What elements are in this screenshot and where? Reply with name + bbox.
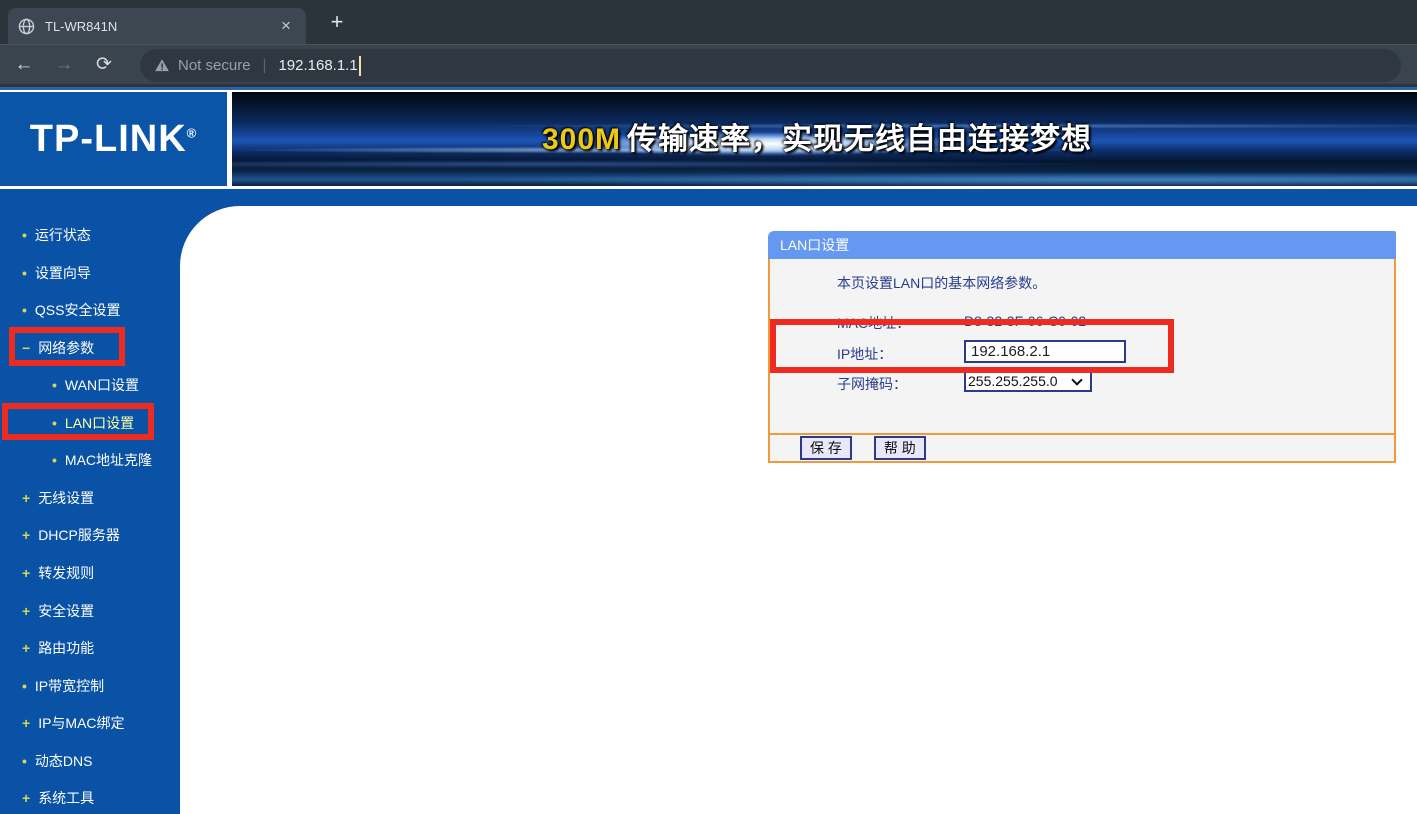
not-secure-label: Not secure: [178, 57, 251, 74]
panel-title: LAN口设置: [768, 231, 1396, 259]
help-button[interactable]: 帮 助: [874, 436, 926, 460]
dot-bullet-icon: •: [22, 753, 27, 769]
tab-title: TL-WR841N: [45, 19, 276, 34]
lan-settings-panel: LAN口设置 本页设置LAN口的基本网络参数。 MAC地址： D8-32-3F-…: [768, 231, 1396, 463]
sidebar-item-label: 无线设置: [38, 490, 94, 506]
registered-mark: ®: [187, 125, 198, 140]
sidebar-item-label: 系统工具: [38, 790, 94, 806]
banner-image: 300M传输速率，实现无线自由连接梦想: [232, 92, 1417, 186]
forward-icon[interactable]: →: [48, 49, 80, 81]
browser-toolbar: ← → ⟳ Not secure | 192.168.1.1: [0, 44, 1417, 84]
sidebar-item-2[interactable]: • 设置向导: [22, 263, 91, 283]
sidebar-item-13[interactable]: • IP带宽控制: [22, 676, 104, 696]
plus-bullet-icon: +: [22, 603, 30, 619]
sidebar-item-label: 网络参数: [38, 340, 94, 356]
browser-tab[interactable]: TL-WR841N ×: [8, 8, 306, 44]
not-secure-warning-icon: [154, 58, 170, 73]
banner-slogan: 传输速率，实现无线自由连接梦想: [627, 123, 1092, 156]
panel-description: 本页设置LAN口的基本网络参数。: [837, 273, 1046, 293]
sidebar-item-label: QSS安全设置: [35, 302, 121, 318]
dot-bullet-icon: •: [52, 377, 57, 393]
dot-bullet-icon: •: [52, 452, 57, 468]
sidebar-item-14[interactable]: + IP与MAC绑定: [22, 713, 125, 733]
sidebar-item-4[interactable]: −网络参数: [22, 338, 94, 358]
address-bar[interactable]: Not secure | 192.168.1.1: [140, 49, 1401, 82]
ip-address-label: IP地址：: [837, 344, 892, 364]
plus-bullet-icon: +: [22, 790, 30, 806]
plus-bullet-icon: +: [22, 715, 30, 731]
sidebar-item-6[interactable]: • LAN口设置: [52, 413, 134, 433]
sidebar-item-label: DHCP服务器: [38, 527, 120, 543]
sidebar-item-label: WAN口设置: [65, 377, 139, 393]
mac-address-value: D8-32-3F-06-C0-02: [964, 313, 1086, 329]
mac-address-label: MAC地址：: [837, 313, 910, 333]
sidebar-item-label: LAN口设置: [65, 415, 134, 431]
reload-icon[interactable]: ⟳: [88, 49, 120, 81]
dot-bullet-icon: •: [22, 678, 27, 694]
sidebar-item-10[interactable]: + 转发规则: [22, 563, 94, 583]
sidebar-item-label: 路由功能: [38, 640, 94, 656]
minus-bullet-icon: −: [22, 340, 30, 356]
sidebar-item-9[interactable]: + DHCP服务器: [22, 525, 120, 545]
sidebar-item-15[interactable]: • 动态DNS: [22, 751, 92, 771]
sidebar-item-3[interactable]: • QSS安全设置: [22, 300, 120, 320]
tab-strip: TL-WR841N × +: [0, 0, 1417, 44]
url-text: 192.168.1.1: [278, 57, 357, 74]
banner-highlight: 300M: [542, 123, 621, 156]
sidebar-item-8[interactable]: + 无线设置: [22, 488, 94, 508]
dot-bullet-icon: •: [22, 227, 27, 243]
panel-body: 本页设置LAN口的基本网络参数。 MAC地址： D8-32-3F-06-C0-0…: [768, 259, 1396, 433]
sidebar-item-11[interactable]: + 安全设置: [22, 601, 94, 621]
site-header: TP-LINK® 300M传输速率，实现无线自由连接梦想: [0, 92, 1417, 186]
dot-bullet-icon: •: [22, 302, 27, 318]
tab-close-icon[interactable]: ×: [276, 16, 296, 36]
dot-bullet-icon: •: [22, 265, 27, 281]
text-caret: [359, 56, 361, 76]
plus-bullet-icon: +: [22, 565, 30, 581]
sidebar-item-label: 运行状态: [35, 227, 91, 243]
panel-footer: 保 存 帮 助: [768, 433, 1396, 463]
globe-favicon-icon: [18, 18, 35, 35]
sidebar-item-label: IP与MAC绑定: [38, 715, 124, 731]
tplink-logo: TP-LINK®: [0, 92, 227, 186]
plus-bullet-icon: +: [22, 527, 30, 543]
sidebar-item-16[interactable]: + 系统工具: [22, 788, 94, 808]
sidebar-item-7[interactable]: • MAC地址克隆: [52, 450, 152, 470]
plus-bullet-icon: +: [22, 640, 30, 656]
save-button[interactable]: 保 存: [800, 436, 852, 460]
sidebar-item-label: IP带宽控制: [35, 678, 104, 694]
sidebar-item-12[interactable]: + 路由功能: [22, 638, 94, 658]
logo-text: TP-LINK: [30, 118, 187, 160]
dot-bullet-icon: •: [52, 415, 57, 431]
sidebar-item-label: 转发规则: [38, 565, 94, 581]
back-icon[interactable]: ←: [8, 49, 40, 81]
ip-address-input[interactable]: [964, 340, 1126, 363]
plus-bullet-icon: +: [22, 490, 30, 506]
sidebar-item-1[interactable]: • 运行状态: [22, 225, 91, 245]
sidebar-item-label: MAC地址克隆: [65, 452, 152, 468]
omnibox-divider: |: [263, 57, 267, 74]
subnet-mask-select[interactable]: 255.255.255.0: [964, 370, 1092, 392]
sidebar-item-5[interactable]: • WAN口设置: [52, 375, 139, 395]
sidebar-item-label: 设置向导: [35, 265, 91, 281]
sidebar-item-label: 动态DNS: [35, 753, 93, 769]
screen: TL-WR841N × + ← → ⟳ Not secure | 192.168…: [0, 0, 1417, 814]
new-tab-button[interactable]: +: [322, 8, 352, 38]
sidebar-item-label: 安全设置: [38, 603, 94, 619]
subnet-mask-label: 子网掩码：: [837, 374, 907, 394]
